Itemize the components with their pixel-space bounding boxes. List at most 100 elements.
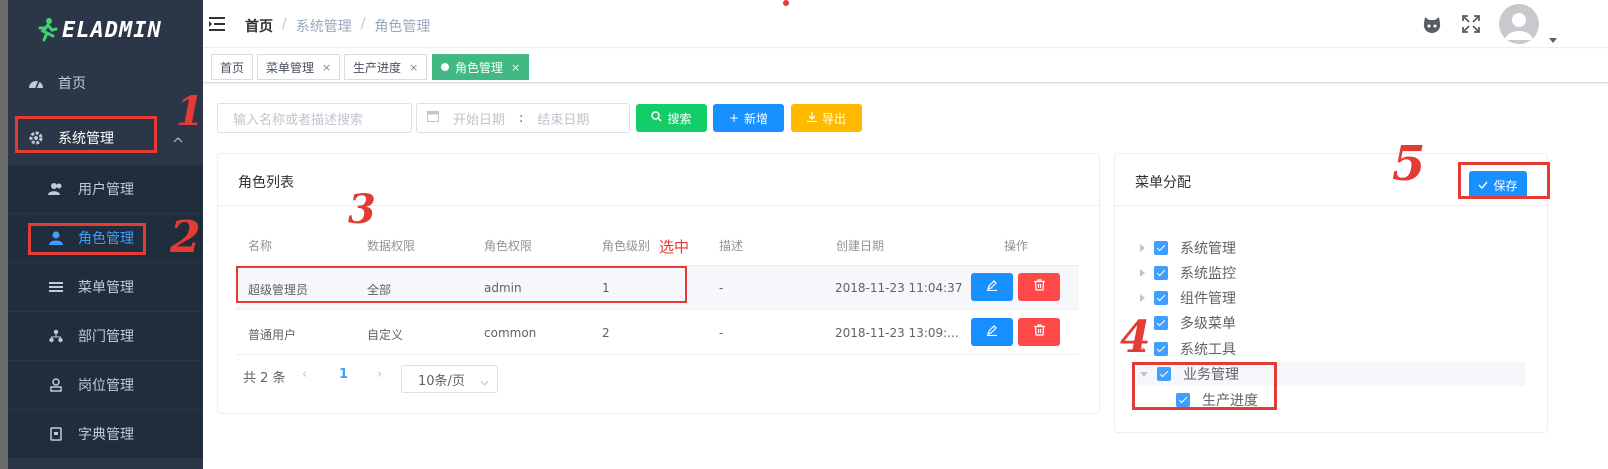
breadcrumb: 首页 / 系统管理 / 角色管理 [245, 16, 431, 36]
pagination-total: 共 2 条 [243, 371, 286, 386]
annotation-note: 选中 [659, 238, 690, 256]
tag-menu-manage[interactable]: 菜单管理 × [257, 54, 341, 80]
checkbox[interactable] [1154, 241, 1168, 255]
trash-icon [1033, 279, 1045, 295]
save-button[interactable]: 保存 [1469, 171, 1527, 199]
users-icon [48, 181, 64, 197]
page-number[interactable]: 1 [339, 367, 348, 382]
search-button[interactable]: 搜索 [636, 104, 707, 132]
trash-icon [1033, 324, 1045, 340]
search-icon [651, 111, 662, 125]
caret-right-icon[interactable] [1140, 244, 1145, 252]
start-date-input[interactable]: 开始日期 [453, 109, 505, 128]
column-header-data-scope: 数据权限 [367, 239, 416, 253]
check-icon [1478, 178, 1489, 192]
edit-icon [986, 279, 998, 295]
page-size-select[interactable]: 10条/页 [401, 365, 498, 393]
close-icon[interactable]: × [322, 61, 331, 74]
breadcrumb-current: 角色管理 [374, 19, 431, 35]
checkbox[interactable] [1154, 342, 1168, 356]
column-header-actions: 操作 [1004, 239, 1029, 253]
sidebar-item-home[interactable]: 首页 [8, 59, 203, 107]
caret-down-icon[interactable] [1549, 32, 1557, 47]
tree-node[interactable]: 多级菜单 [1140, 311, 1236, 335]
table-row[interactable]: 超级管理员 全部 admin 1 - 2018-11-23 11:04:37 [236, 266, 1079, 310]
edit-button[interactable] [971, 318, 1013, 346]
annotation-dot [783, 0, 789, 6]
caret-down-icon[interactable] [1140, 371, 1148, 377]
sidebar-item-departments[interactable]: 部门管理 [8, 312, 203, 360]
tag-production[interactable]: 生产进度 × [344, 54, 428, 80]
checkbox[interactable] [1154, 266, 1168, 280]
sidebar-item-label: 字典管理 [78, 427, 134, 443]
edit-icon [986, 324, 998, 340]
sidebar-item-label: 岗位管理 [78, 378, 134, 394]
next-page-icon[interactable]: › [377, 367, 382, 382]
dashboard-icon [28, 75, 44, 91]
close-icon[interactable]: × [511, 61, 520, 74]
avatar[interactable] [1499, 4, 1539, 44]
sidebar-item-system[interactable]: 系统管理 [8, 114, 203, 162]
sidebar-item-label: 首页 [58, 76, 86, 92]
checkbox[interactable] [1154, 291, 1168, 305]
delete-button[interactable] [1018, 273, 1060, 301]
tree-node[interactable]: 系统管理 [1140, 236, 1236, 260]
export-button[interactable]: 导出 [791, 104, 862, 132]
runner-logo-icon [34, 17, 60, 43]
caret-right-icon[interactable] [1140, 269, 1145, 277]
tree-node[interactable]: 系统工具 [1140, 337, 1236, 361]
plus-icon: + [728, 111, 740, 125]
breadcrumb-home[interactable]: 首页 [245, 16, 273, 36]
checkbox[interactable] [1157, 367, 1171, 381]
tags-view: 首页 菜单管理 × 生产进度 × 角色管理 × [203, 49, 1608, 83]
menu-assign-title: 菜单分配 [1135, 175, 1191, 191]
annotation-number: 4 [1120, 312, 1151, 363]
tree-node[interactable]: 系统监控 [1140, 261, 1236, 285]
column-header-level: 角色级别 [602, 239, 651, 253]
tree-node[interactable]: 组件管理 [1140, 286, 1236, 310]
job-icon [48, 377, 64, 393]
search-input[interactable]: 输入名称或者描述搜索 [217, 103, 412, 133]
role-list-title: 角色列表 [238, 175, 294, 191]
fullscreen-icon[interactable] [1462, 15, 1480, 37]
download-icon [806, 111, 817, 125]
sidebar-item-label: 菜单管理 [78, 280, 134, 296]
top-navbar: 首页 / 系统管理 / 角色管理 [203, 0, 1608, 48]
annotation-number: 1 [176, 88, 204, 135]
sidebar-item-jobs[interactable]: 岗位管理 [8, 361, 203, 409]
column-header-name: 名称 [248, 239, 273, 253]
menu-icon [48, 279, 64, 295]
org-icon [48, 328, 64, 344]
window-edge [0, 0, 8, 469]
active-dot-icon [441, 63, 449, 71]
delete-button[interactable] [1018, 318, 1060, 346]
breadcrumb-system: 系统管理 [295, 19, 352, 35]
column-header-created: 创建日期 [836, 239, 885, 253]
hamburger-icon[interactable] [209, 16, 227, 36]
date-range-picker[interactable]: 开始日期 : 结束日期 [416, 103, 630, 133]
logo[interactable]: ELADMIN [34, 10, 162, 50]
end-date-input[interactable]: 结束日期 [537, 109, 589, 128]
tree-node[interactable]: 业务管理 [1137, 362, 1525, 386]
edit-button[interactable] [971, 273, 1013, 301]
github-icon[interactable] [1421, 14, 1443, 40]
close-icon[interactable]: × [409, 61, 418, 74]
checkbox[interactable] [1154, 316, 1168, 330]
chevron-down-icon [480, 375, 489, 390]
tree-node[interactable]: 生产进度 [1176, 388, 1258, 412]
checkbox[interactable] [1176, 393, 1190, 407]
add-button[interactable]: + 新增 [713, 104, 784, 132]
sidebar-item-menus[interactable]: 菜单管理 [8, 263, 203, 311]
table-row[interactable]: 普通用户 自定义 common 2 - 2018-11-23 13:09:... [236, 311, 1079, 355]
sidebar-item-users[interactable]: 用户管理 [8, 165, 203, 213]
prev-page-icon[interactable]: ‹ [302, 367, 307, 382]
sidebar-item-label: 角色管理 [78, 231, 134, 247]
column-header-permission: 角色权限 [484, 239, 533, 253]
column-header-desc: 描述 [719, 239, 744, 253]
tag-role-manage[interactable]: 角色管理 × [432, 54, 530, 80]
caret-right-icon[interactable] [1140, 294, 1145, 302]
sidebar-item-dictionary[interactable]: 字典管理 [8, 410, 203, 458]
tag-home[interactable]: 首页 [211, 54, 254, 80]
annotation-number: 2 [170, 212, 201, 263]
gear-icon [28, 130, 44, 146]
